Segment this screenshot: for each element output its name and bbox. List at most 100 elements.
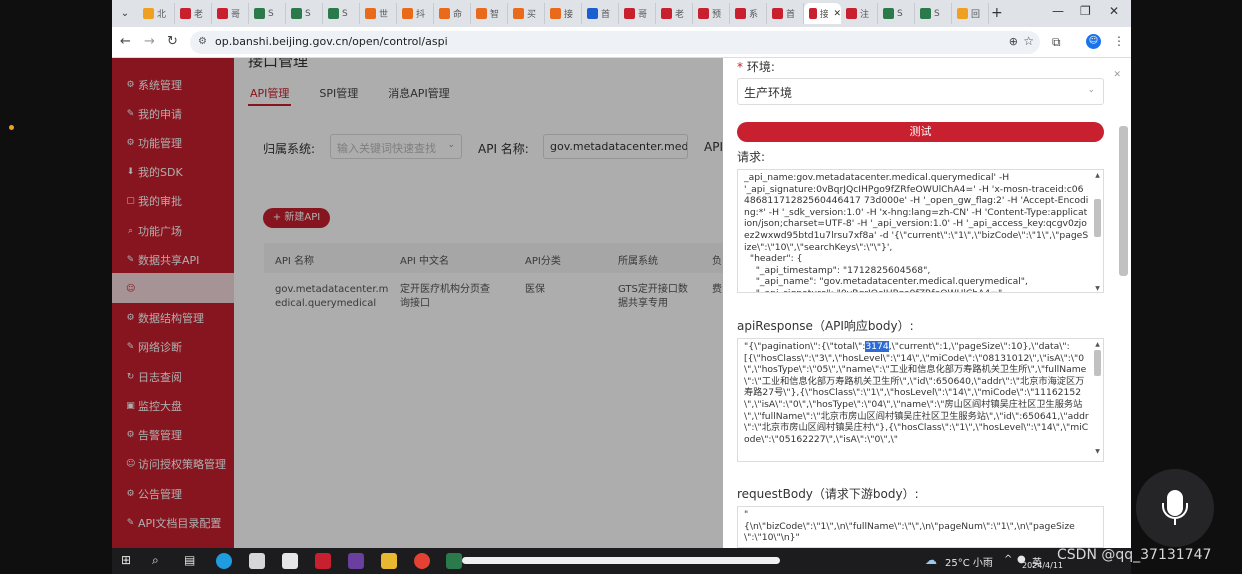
edge-icon[interactable] (216, 553, 232, 569)
restore-icon[interactable]: ❐ (1080, 4, 1091, 18)
favicon-icon (180, 8, 191, 19)
reload-icon[interactable]: ↻ (167, 34, 178, 49)
minimize-icon[interactable]: — (1052, 4, 1064, 18)
page-scrollbar-thumb[interactable] (1119, 126, 1128, 276)
close-tab-icon[interactable]: ✕ (833, 9, 841, 19)
request-body-textarea[interactable]: " {\n\"bizCode\":\"1\",\n\"fullName\":\"… (737, 506, 1104, 548)
api-response-textarea[interactable]: "{\"pagination\":{\"total\":3174,\"curre… (737, 338, 1104, 462)
file-explorer-icon[interactable] (381, 553, 397, 569)
tab-title: 哥 (638, 10, 648, 20)
search-icon[interactable]: ⌕ (152, 553, 159, 568)
chrome-icon[interactable] (414, 553, 430, 569)
store-icon[interactable] (249, 553, 265, 569)
browser-tab[interactable]: 智 (471, 3, 508, 24)
address-bar[interactable]: ⚙ op.banshi.beijing.gov.cn/open/control/… (190, 31, 1040, 54)
zoom-icon[interactable]: ⊕ (1009, 35, 1018, 48)
browser-tab[interactable]: 老 (175, 3, 212, 24)
forward-arrow-icon[interactable]: → (144, 34, 155, 49)
tab-title: 首 (786, 10, 796, 20)
bookmark-star-icon[interactable]: ☆ (1023, 34, 1034, 48)
browser-menu-icon[interactable]: ⋮ (1113, 34, 1125, 48)
browser-tab[interactable]: 世 (360, 3, 397, 24)
profile-avatar-icon[interactable]: ☺ (1086, 34, 1101, 49)
tab-title: 注 (860, 10, 870, 20)
scroll-down-icon[interactable]: ▼ (1093, 448, 1102, 455)
favicon-icon (772, 8, 783, 19)
scroll-down-icon[interactable]: ▼ (1093, 285, 1102, 292)
extensions-puzzle-icon[interactable]: ⧉ (1052, 35, 1061, 50)
browser-tab[interactable]: S (323, 3, 360, 24)
url-text[interactable]: op.banshi.beijing.gov.cn/open/control/as… (215, 35, 448, 48)
windows-start-icon[interactable]: ⊞ (121, 553, 131, 567)
browser-tab[interactable]: 接 (545, 3, 582, 24)
request-label: 请求: (737, 150, 766, 164)
screen: ⌄ 北老哥 S S S 世抖命智买接首哥老预系首接 ✕ 注 S S 回 + — ❐ ✕ ← → ↻… (112, 0, 1131, 574)
tab-title: 命 (453, 10, 463, 20)
weather-cloud-icon: ☁ (925, 553, 937, 567)
favicon-icon (587, 8, 598, 19)
favicon-icon (846, 8, 857, 19)
browser-tab[interactable]: 老 (656, 3, 693, 24)
browser-tab[interactable]: 接 ✕ (804, 3, 841, 24)
environment-label: * 环境: (737, 60, 775, 74)
scroll-up-icon[interactable]: ▲ (1093, 341, 1102, 348)
ide-icon[interactable] (348, 553, 364, 569)
browser-tab[interactable]: 首 (582, 3, 619, 24)
browser-tab[interactable]: 命 (434, 3, 471, 24)
tab-title: S (897, 8, 903, 19)
response-scrollbar[interactable]: ▲ ▼ (1093, 341, 1102, 455)
microphone-button[interactable] (1136, 469, 1214, 547)
task-view-icon[interactable]: ▤ (184, 553, 195, 567)
browser-tab[interactable]: 哥 (212, 3, 249, 24)
favicon-icon (513, 8, 524, 19)
scroll-up-icon[interactable]: ▲ (1093, 172, 1102, 179)
test-button[interactable]: 测试 (737, 122, 1104, 142)
tray-chevron-up-icon[interactable]: ^ (1004, 554, 1012, 565)
tab-search-chevron-icon[interactable]: ⌄ (116, 5, 134, 22)
tab-title: S (305, 8, 311, 19)
favicon-icon (550, 8, 561, 19)
mail-icon[interactable] (282, 553, 298, 569)
browser-tab[interactable]: S (249, 3, 286, 24)
pdf-icon[interactable] (315, 553, 331, 569)
favicon-icon (402, 8, 413, 19)
browser-tab[interactable]: 哥 (619, 3, 656, 24)
favicon-icon (957, 8, 968, 19)
app-icon[interactable] (446, 553, 462, 569)
environment-select[interactable]: 生产环境 ⌄ (737, 78, 1104, 105)
weather-text[interactable]: 25°C 小雨 (945, 554, 993, 569)
back-arrow-icon[interactable]: ← (120, 34, 131, 49)
browser-tab-strip: ⌄ 北老哥 S S S 世抖命智买接首哥老预系首接 ✕ 注 S S 回 + — ❐ ✕ (112, 0, 1131, 27)
favicon-icon (476, 8, 487, 19)
browser-tab[interactable]: S (915, 3, 952, 24)
modal-overlay[interactable] (112, 58, 723, 548)
new-tab-plus-icon[interactable]: + (991, 5, 1003, 21)
browser-tab[interactable]: 回 (952, 3, 989, 24)
request-body-content: " {\n\"bizCode\":\"1\",\n\"fullName\":\"… (744, 509, 1075, 544)
tab-title: 系 (749, 10, 759, 20)
tab-title: 首 (601, 10, 611, 20)
api-test-drawer: ✕ * 环境: 生产环境 ⌄ 测试 请求: _api_name:gov.meta… (723, 58, 1131, 548)
browser-tab[interactable]: 抖 (397, 3, 434, 24)
selected-text-highlight: 3174 (865, 341, 889, 352)
browser-tab[interactable]: 买 (508, 3, 545, 24)
favicon-icon (291, 8, 302, 19)
browser-tab[interactable]: 首 (767, 3, 804, 24)
request-content: _api_name:gov.metadatacenter.medical.que… (744, 172, 1089, 292)
request-textarea[interactable]: _api_name:gov.metadatacenter.medical.que… (737, 169, 1104, 293)
browser-tab[interactable]: 预 (693, 3, 730, 24)
browser-tab[interactable]: 系 (730, 3, 767, 24)
close-window-icon[interactable]: ✕ (1109, 4, 1119, 18)
request-scrollbar[interactable]: ▲ ▼ (1093, 172, 1102, 292)
tab-title: S (934, 8, 940, 19)
browser-tab[interactable]: S (286, 3, 323, 24)
favicon-icon (698, 8, 709, 19)
tab-list: 北老哥 S S S 世抖命智买接首哥老预系首接 ✕ 注 S S 回 (138, 3, 989, 25)
tab-title: 智 (490, 10, 500, 20)
browser-tab[interactable]: 北 (138, 3, 175, 24)
browser-tab[interactable]: S (878, 3, 915, 24)
browser-tab[interactable]: 注 (841, 3, 878, 24)
site-info-icon[interactable]: ⚙ (198, 36, 207, 47)
close-icon[interactable]: ✕ (1113, 70, 1121, 80)
favicon-icon (735, 8, 746, 19)
